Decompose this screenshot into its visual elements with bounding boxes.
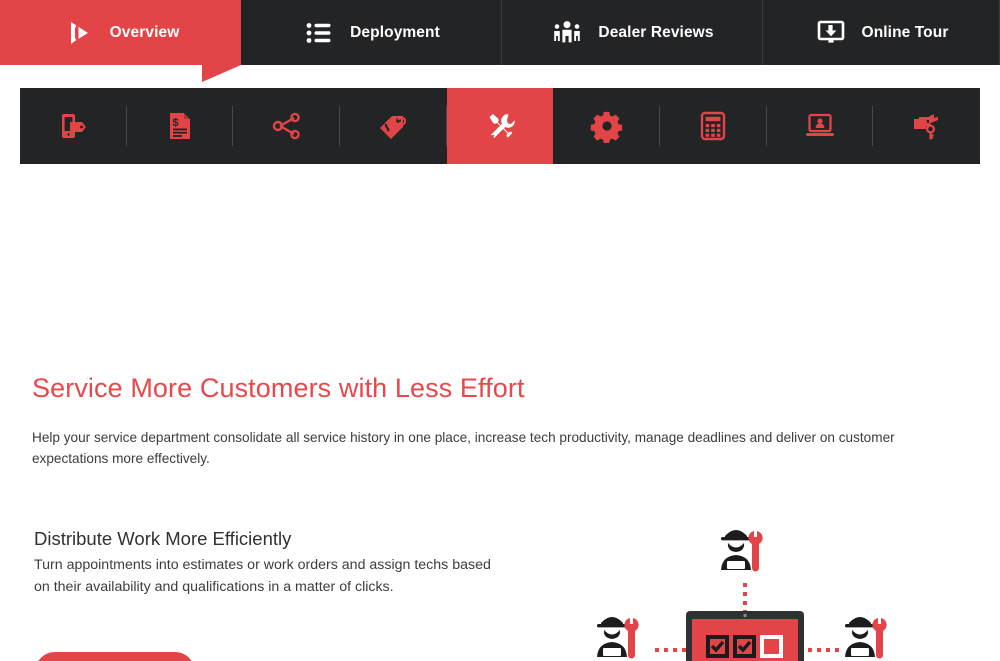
- iconbar-item-desking[interactable]: [660, 88, 767, 164]
- main-content: Service More Customers with Less Effort …: [0, 165, 1000, 661]
- iconbar-item-crm[interactable]: [233, 88, 340, 164]
- iconbar-item-service[interactable]: [446, 88, 554, 164]
- play-logo-icon: [62, 16, 96, 50]
- iconbar-item-parts[interactable]: [553, 88, 660, 164]
- iconbar-item-mobile[interactable]: [20, 88, 127, 164]
- tools-icon: [483, 109, 517, 143]
- nav-tab-deployment-label: Deployment: [350, 23, 440, 41]
- primary-navigation: Overview Deployment Dealer Reviews Onlin…: [0, 0, 1000, 82]
- monitor-download-icon: [814, 16, 848, 50]
- nav-tab-deployment[interactable]: Deployment: [241, 0, 502, 65]
- hand-key-icon: [910, 109, 944, 143]
- gear-icon: [590, 109, 624, 143]
- technician-icon-top: [721, 530, 763, 572]
- nav-tab-dealer-reviews-label: Dealer Reviews: [598, 23, 714, 41]
- nav-tab-overview[interactable]: Overview: [0, 0, 241, 65]
- technician-icon-right: [845, 617, 887, 659]
- iconbar-item-f-and-i[interactable]: [873, 88, 980, 164]
- invoice-icon: $: [163, 109, 197, 143]
- intro-paragraph: Help your service department consolidate…: [32, 430, 895, 466]
- page-title: Service More Customers with Less Effort: [32, 373, 525, 403]
- book-demo-button[interactable]: Book your demo ›: [35, 652, 195, 661]
- nav-tab-dealer-reviews[interactable]: Dealer Reviews: [502, 0, 763, 65]
- secondary-icon-bar-wrapper: $: [0, 65, 1000, 165]
- mobile-tag-icon: [56, 109, 90, 143]
- technician-icon-left: [597, 617, 639, 659]
- feature-title: Distribute Work More Efficiently: [34, 528, 292, 549]
- technicians-laptop-dispatch-illustration: [580, 515, 920, 661]
- iconbar-item-website[interactable]: [767, 88, 874, 164]
- share-nodes-icon: [270, 109, 304, 143]
- svg-text:$: $: [173, 117, 179, 129]
- calculator-icon: [696, 109, 730, 143]
- feature-description: Turn appointments into estimates or work…: [34, 557, 491, 595]
- price-tag-icon: [376, 109, 410, 143]
- list-icon: [302, 16, 336, 50]
- nav-tab-online-tour[interactable]: Online Tour: [763, 0, 1000, 65]
- people-group-icon: [550, 16, 584, 50]
- iconbar-item-accounting[interactable]: $: [127, 88, 234, 164]
- product-module-iconbar: $: [20, 88, 980, 164]
- laptop-user-icon: [803, 109, 837, 143]
- laptop-graphic: [686, 611, 804, 661]
- nav-tab-online-tour-label: Online Tour: [861, 23, 949, 41]
- iconbar-item-sales[interactable]: [340, 88, 447, 164]
- nav-tab-overview-label: Overview: [109, 23, 180, 41]
